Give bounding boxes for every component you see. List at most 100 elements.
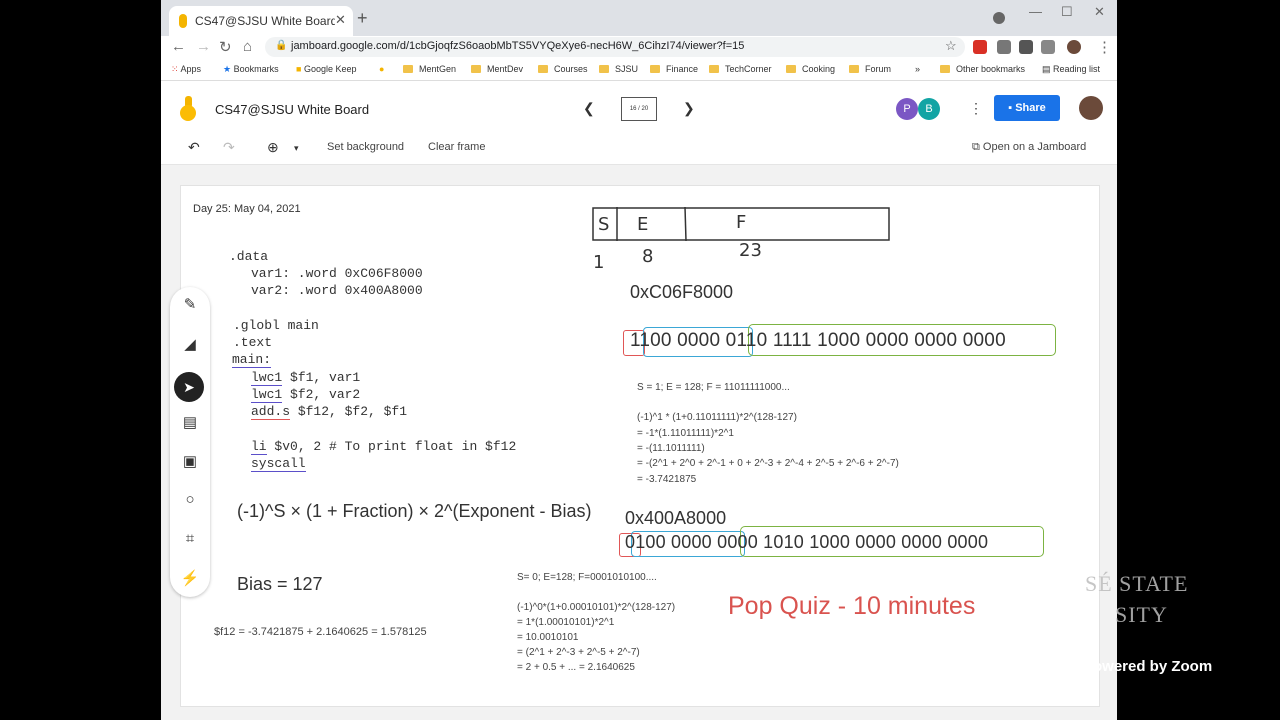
code-line: syscall	[251, 456, 306, 472]
forward-icon[interactable]: →	[196, 38, 211, 55]
user-avatar[interactable]	[1079, 96, 1103, 120]
open-on-jamboard-button[interactable]: ⧉ Open on a Jamboard	[972, 141, 1086, 154]
opcode: syscall	[251, 456, 306, 472]
avatar[interactable]: B	[918, 98, 940, 120]
bookmark-bulb[interactable]: ●	[379, 64, 384, 74]
result-text: $f12 = -3.7421875 + 2.1640625 = 1.578125	[214, 626, 427, 638]
profile-menu-icon[interactable]	[993, 12, 1005, 24]
folder-icon	[599, 65, 609, 73]
pop-quiz-text: Pop Quiz - 10 minutes	[728, 592, 976, 620]
back-icon[interactable]: ←	[171, 38, 186, 55]
text-box-tool-icon[interactable]: ⌗	[170, 530, 210, 547]
set-background-button[interactable]: Set background	[327, 141, 404, 153]
clear-frame-button[interactable]: Clear frame	[428, 141, 485, 153]
watermark-line: SITY	[1115, 602, 1168, 627]
code-line: add.s $f12, $f2, $f1	[251, 404, 408, 420]
bookmark-courses[interactable]: Courses	[538, 64, 588, 74]
home-icon[interactable]: ⌂	[243, 38, 252, 55]
bookmark-mentdev[interactable]: MentDev	[471, 64, 523, 74]
bit-count-label: 23	[739, 240, 762, 261]
calc-line: = (2^1 + 2^-3 + 2^-5 + 2^-7)	[517, 647, 640, 658]
code-line: li $v0, 2 # To print float in $f12	[251, 439, 516, 455]
code-line: .text	[233, 335, 273, 350]
playlist-extension-icon[interactable]	[1041, 40, 1055, 54]
jamboard-favicon-icon	[179, 14, 187, 28]
image-tool-icon[interactable]: ▣	[170, 452, 210, 470]
bookmark-google-keep[interactable]: ■ Google Keep	[296, 64, 356, 74]
app-title: CS47@SJSU White Board	[215, 102, 370, 117]
eraser-tool-icon[interactable]: ◢	[170, 335, 210, 353]
opcode: add.s	[251, 404, 291, 420]
pen-tool-icon[interactable]: ✎	[170, 295, 210, 313]
calc-line: = -1*(1.11011111)*2^1	[637, 428, 734, 439]
field-s-label: S	[598, 214, 610, 235]
chrome-menu-icon[interactable]: ⋮	[1097, 38, 1112, 56]
circle-tool-icon[interactable]: ○	[170, 491, 210, 508]
prev-frame-icon[interactable]: ❮	[583, 100, 595, 117]
minimize-icon[interactable]: —	[1029, 4, 1042, 19]
reload-icon[interactable]: ↻	[219, 38, 232, 56]
tab-jamboard[interactable]: CS47@SJSU White Board - Goo ✕	[169, 6, 353, 36]
new-tab-button[interactable]: +	[357, 8, 368, 29]
label-main: main:	[232, 352, 272, 368]
bookmark-cooking[interactable]: Cooking	[786, 64, 835, 74]
bookmark-other[interactable]: Other bookmarks	[940, 64, 1025, 74]
folder-icon	[849, 65, 859, 73]
bookmark-apps[interactable]: ⁙ Apps	[171, 64, 201, 75]
select-tool-icon[interactable]: ➤	[174, 372, 204, 402]
calc-line: (-1)^1 * (1+0.11011111)*2^(128-127)	[637, 412, 797, 423]
bookmark-star-icon[interactable]: ☆	[945, 38, 957, 54]
bookmark-forum[interactable]: Forum	[849, 64, 891, 74]
reading-list[interactable]: ▤ Reading list	[1042, 64, 1100, 75]
calc-line: = 2 + 0.5 + ... = 2.1640625	[517, 662, 635, 673]
bulb-icon: ●	[379, 64, 385, 74]
more-options-icon[interactable]: ⋮	[969, 100, 983, 117]
undo-icon[interactable]: ↶	[188, 139, 200, 156]
chevron-down-icon[interactable]: ▾	[294, 143, 299, 154]
address-bar[interactable]: 🔒 jamboard.google.com/d/1cbGjoqfzS6oaobM…	[265, 37, 965, 57]
operands: $f1, var1	[282, 370, 361, 385]
bit-count-label: 1	[593, 252, 605, 273]
field-e-label: E	[637, 214, 649, 235]
bookmark-bookmarks[interactable]: ★ Bookmarks	[223, 64, 279, 75]
more-bookmarks-button[interactable]: »	[915, 64, 920, 74]
float-formula: (-1)^S × (1 + Fraction) × 2^(Exponent - …	[237, 501, 592, 521]
star-icon: ★	[223, 64, 234, 74]
extensions-puzzle-icon[interactable]	[1019, 40, 1033, 54]
adblock-extension-icon[interactable]	[973, 40, 987, 54]
bookmark-sjsu[interactable]: SJSU	[599, 64, 638, 74]
calc-line: S= 0; E=128; F=0001010100....	[517, 572, 657, 583]
tab-title: CS47@SJSU White Board - Goo	[195, 14, 335, 28]
folder-icon	[940, 65, 950, 73]
code-line: .globl main	[233, 318, 319, 333]
share-button[interactable]: ▪ Share	[994, 95, 1060, 121]
url-text: jamboard.google.com/d/1cbGjoqfzS6oaobMbT…	[291, 40, 745, 52]
code-line: var1: .word 0xC06F8000	[251, 266, 423, 281]
avatar[interactable]: P	[896, 98, 918, 120]
sticky-note-tool-icon[interactable]: ▤	[170, 413, 210, 431]
folder-icon	[538, 65, 548, 73]
bias-text: Bias = 127	[237, 574, 323, 594]
binary-value: 0100 0000 0000 1010 1000 0000 0000 0000	[625, 532, 989, 552]
powered-by-zoom-label: Powered by Zoom	[1083, 658, 1213, 675]
frame-counter[interactable]: 16 / 20	[621, 97, 657, 121]
tool-palette: ✎ ◢ ▤ ▣ ○ ⌗ ⚡	[170, 287, 210, 597]
bookmark-techcorner[interactable]: TechCorner	[709, 64, 772, 74]
opcode: lwc1	[251, 370, 283, 386]
bookmark-mentgen[interactable]: MentGen	[403, 64, 456, 74]
operands: $f12, $f2, $f1	[290, 404, 408, 419]
calc-line: = -3.7421875	[637, 474, 697, 485]
zoom-icon[interactable]: ⊕	[267, 139, 279, 156]
code-line: main:	[232, 352, 272, 368]
redo-icon[interactable]: ↷	[223, 139, 235, 156]
chrome-profile-avatar[interactable]	[1067, 40, 1081, 54]
calc-line: = -(11.1011111)	[637, 443, 705, 454]
maximize-icon[interactable]: ☐	[1061, 4, 1073, 20]
audio-extension-icon[interactable]	[997, 40, 1011, 54]
next-frame-icon[interactable]: ❯	[683, 100, 695, 117]
laser-tool-icon[interactable]: ⚡	[170, 569, 210, 587]
bookmark-finance[interactable]: Finance	[650, 64, 698, 74]
close-window-icon[interactable]: ✕	[1094, 4, 1105, 20]
tab-close-icon[interactable]: ✕	[335, 12, 346, 28]
folder-icon	[786, 65, 796, 73]
